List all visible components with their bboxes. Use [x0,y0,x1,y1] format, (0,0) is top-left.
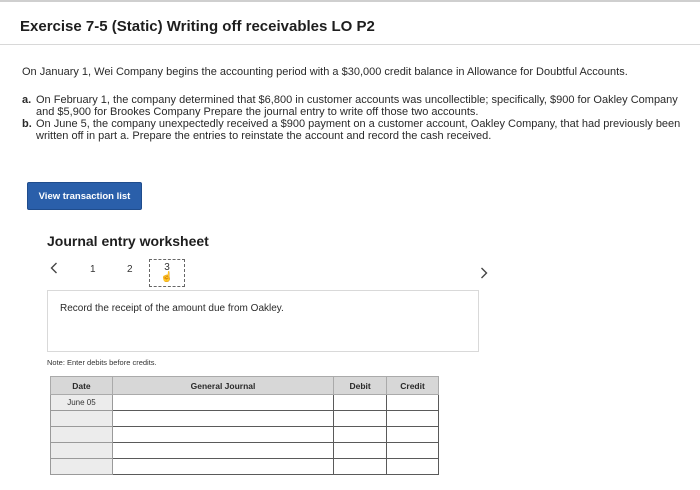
table-row [50,426,439,443]
instruction-text: Record the receipt of the amount due fro… [60,303,284,314]
chevron-left-icon [50,262,57,274]
credit-input[interactable] [386,426,439,443]
journal-header-row: Date General Journal Debit Credit [50,376,439,395]
part-letter: b. [22,118,32,130]
credit-input[interactable] [386,458,439,475]
table-row [50,442,439,459]
date-cell [50,458,113,475]
account-input[interactable] [111,442,335,459]
debit-input[interactable] [333,410,388,427]
step-tab-1[interactable]: 1 [90,264,96,275]
debit-input[interactable] [333,394,388,411]
header-debit: Debit [333,376,388,395]
table-row [50,458,439,475]
problem-parts: a. On February 1, the company determined… [22,94,682,142]
debit-input[interactable] [333,442,388,459]
next-step-button[interactable] [478,266,490,280]
table-row [50,410,439,427]
header-general-journal: General Journal [111,376,335,395]
credit-input[interactable] [386,410,439,427]
table-row: June 05 [50,394,439,411]
top-rule [0,0,700,2]
instruction-panel: Record the receipt of the amount due fro… [47,290,479,352]
date-cell [50,426,113,443]
part-letter: a. [22,94,32,106]
hand-pointer-icon: ☝ [160,272,174,283]
prev-step-button[interactable] [48,261,60,275]
account-input[interactable] [111,394,335,411]
debit-input[interactable] [333,426,388,443]
date-cell: June 05 [50,394,113,411]
exercise-title: Exercise 7-5 (Static) Writing off receiv… [20,18,375,35]
date-cell [50,410,113,427]
worksheet-title: Journal entry worksheet [47,233,209,249]
account-input[interactable] [111,410,335,427]
problem-part-b: b. On June 5, the company unexpectedly r… [22,118,682,142]
problem-intro: On January 1, Wei Company begins the acc… [22,66,628,78]
debit-input[interactable] [333,458,388,475]
header-date: Date [50,376,113,395]
journal-table: Date General Journal Debit Credit June 0… [50,376,439,475]
step-tab-3-active[interactable]: 3 ☝ [149,259,185,287]
chevron-right-icon [481,267,488,279]
credit-input[interactable] [386,394,439,411]
problem-part-a: a. On February 1, the company determined… [22,94,682,118]
account-input[interactable] [111,458,335,475]
account-input[interactable] [111,426,335,443]
header-credit: Credit [386,376,439,395]
step-tab-2[interactable]: 2 [127,264,133,275]
credit-input[interactable] [386,442,439,459]
entry-note: Note: Enter debits before credits. [47,358,157,367]
view-transaction-list-button[interactable]: View transaction list [27,182,142,210]
part-text: On February 1, the company determined th… [36,94,678,118]
title-divider [0,44,700,45]
part-text: On June 5, the company unexpectedly rece… [36,118,681,142]
date-cell [50,442,113,459]
